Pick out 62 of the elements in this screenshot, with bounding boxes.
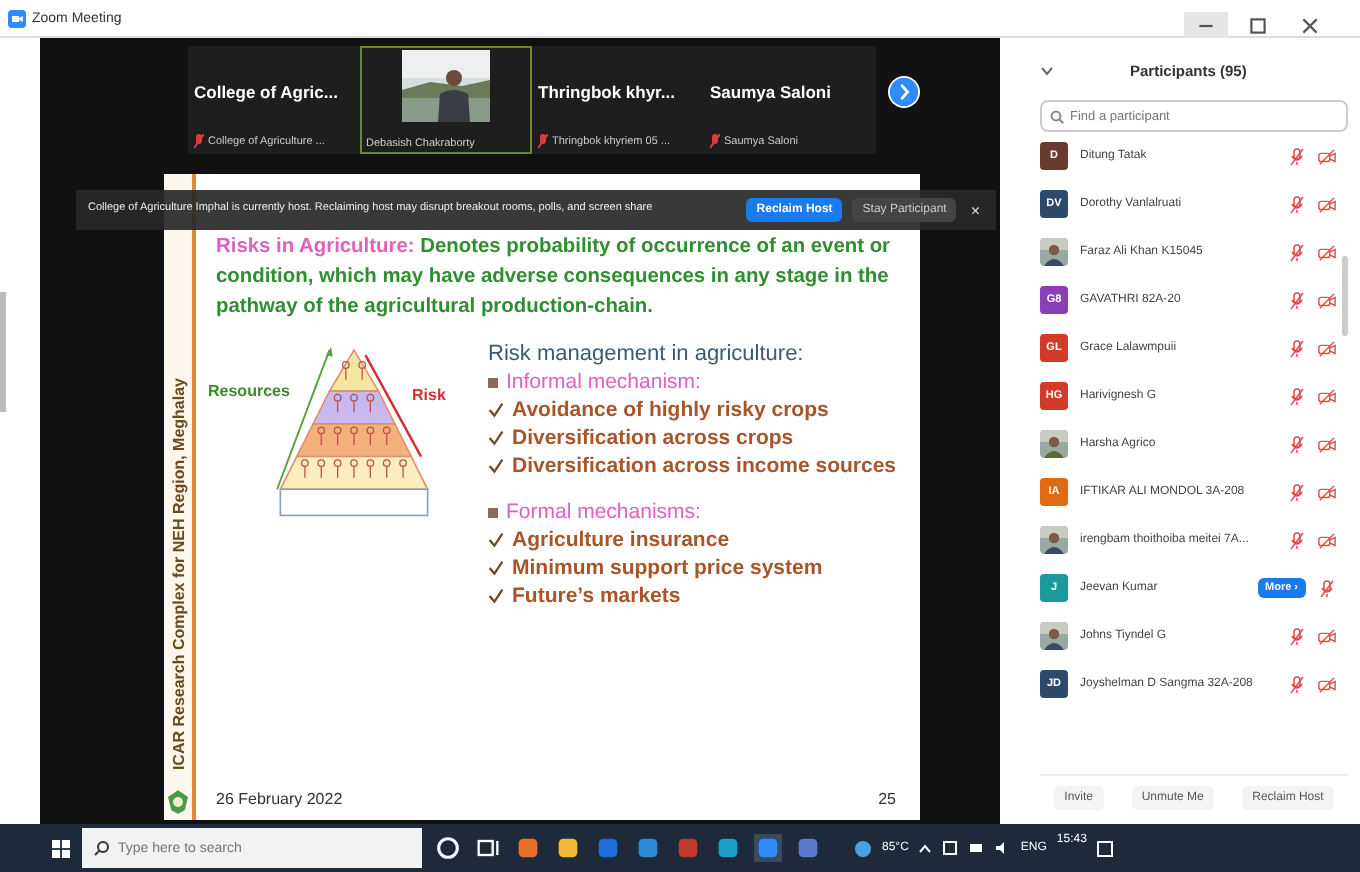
- windows-start-icon[interactable]: [52, 839, 70, 857]
- video-off-icon: [1318, 627, 1336, 645]
- next-page-icon[interactable]: [888, 76, 920, 108]
- app-icon[interactable]: [514, 834, 542, 862]
- subheading: Formal mechanisms:: [506, 500, 701, 525]
- video-off-icon: [1318, 147, 1336, 165]
- tile-name: Saumya Saloni: [710, 82, 833, 102]
- task-view-icon[interactable]: [474, 834, 502, 862]
- search-icon: [94, 840, 110, 856]
- muted-mic-icon: [1288, 195, 1306, 213]
- app-icon[interactable]: [714, 834, 742, 862]
- video-off-icon: [1318, 291, 1336, 309]
- minimize-icon[interactable]: [1184, 12, 1228, 40]
- weather-icon: [854, 839, 872, 857]
- list-item: Avoidance of highly risky crops: [512, 398, 829, 423]
- side-handle: [0, 291, 6, 411]
- resources-label: Resources: [208, 382, 290, 401]
- muted-mic-icon: [1288, 339, 1306, 357]
- muted-mic-icon: [1288, 291, 1306, 309]
- muted-mic-icon: [1288, 483, 1306, 501]
- list-item: Diversification across income sources: [512, 454, 896, 479]
- cortana-icon[interactable]: [434, 834, 462, 862]
- risk-label: Risk: [412, 386, 446, 405]
- muted-mic-icon: [1288, 147, 1306, 165]
- video-off-icon: [1318, 339, 1336, 357]
- bullet-icon: [488, 507, 498, 518]
- muted-mic-icon: [1288, 243, 1306, 261]
- video-off-icon: [1318, 243, 1336, 261]
- list-item: Minimum support price system: [512, 556, 823, 581]
- chevron-down-icon[interactable]: [1040, 65, 1054, 75]
- side-title: ICAR Research Complex for NEH Region, Meghalay: [169, 377, 187, 770]
- search-icon: [1050, 109, 1064, 123]
- list-item: Diversification across crops: [512, 426, 794, 451]
- list-item: Future’s markets: [512, 584, 681, 609]
- muted-mic-icon: [1288, 387, 1306, 405]
- zoom-logo-icon: [8, 9, 26, 27]
- caret-up-icon[interactable]: [918, 843, 933, 853]
- slide-date: 26 February 2022: [216, 790, 343, 808]
- page-number: 25: [878, 790, 896, 808]
- definition-text: Risks in Agriculture: Denotes probability of occurrence of an event or condition, which may have adverse consequences in any stage in the pathway of the agricultural production-chain.: [216, 234, 893, 322]
- video-off-icon: [1318, 675, 1336, 693]
- emblem-icon: [168, 790, 188, 814]
- list-item: Agriculture insurance: [512, 528, 730, 553]
- muted-mic-icon: [1288, 531, 1306, 549]
- muted-mic-icon: [1288, 627, 1306, 645]
- tile-name: College of Agric...: [194, 82, 340, 102]
- muted-mic-icon: [1318, 579, 1336, 597]
- video-off-icon: [1318, 531, 1336, 549]
- close-button[interactable]: ×: [966, 201, 984, 219]
- muted-mic-icon: [1288, 675, 1306, 693]
- bullet-icon: [488, 377, 498, 388]
- video-off-icon: [1318, 195, 1336, 213]
- video-off-icon: [1318, 483, 1336, 501]
- section-heading: Risk management in agriculture:: [488, 342, 806, 367]
- subheading: Informal mechanism:: [506, 370, 701, 395]
- muted-mic-icon: [1288, 435, 1306, 453]
- video-off-icon: [1318, 435, 1336, 453]
- video-off-icon: [1318, 387, 1336, 405]
- app-icon[interactable]: [634, 834, 662, 862]
- app-icon[interactable]: [794, 834, 822, 862]
- tile-name: Thringbok khyr...: [538, 82, 677, 102]
- app-icon[interactable]: [554, 834, 582, 862]
